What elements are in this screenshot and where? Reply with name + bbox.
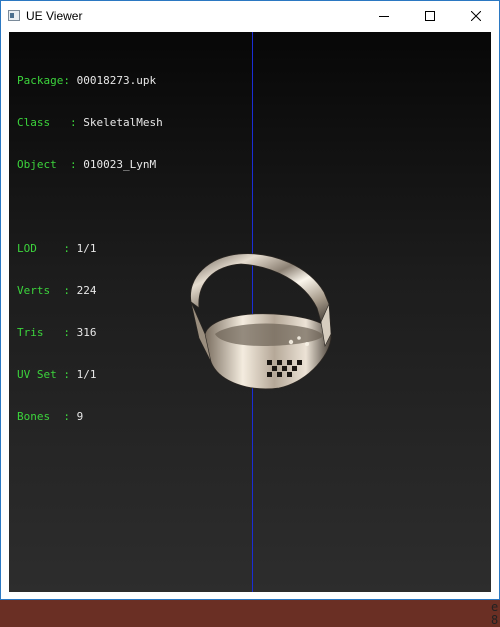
info-row-bones: Bones : 9 [17,410,84,423]
close-icon [471,11,481,21]
info-value: 316 [76,326,97,339]
info-value: 1/1 [76,242,97,255]
title-bar[interactable]: UE Viewer [1,1,499,32]
info-key: Bones [17,410,51,423]
info-key: LOD [17,242,37,255]
info-key: Package [17,74,64,87]
background-window-text: e [491,600,499,614]
ue-viewer-window: UE Viewer Package: 00018273.upk Class : … [0,0,500,600]
ring-mesh-model[interactable] [179,242,339,392]
info-key: UV Set [17,368,57,381]
info-value: SkeletalMesh [83,116,163,129]
info-row-object: Object : 010023_LynM [17,158,157,171]
info-value: 010023_LynM [83,158,157,171]
info-row-lod: LOD : 1/1 [17,242,97,255]
close-button[interactable] [453,1,499,32]
window-app-icon[interactable] [8,10,20,21]
mesh-info-panel: Package: 00018273.upk Class : SkeletalMe… [17,46,163,452]
minimize-button[interactable] [361,1,407,32]
info-key: Verts [17,284,51,297]
info-value: 1/1 [76,368,97,381]
maximize-icon [425,11,435,21]
mesh-viewport[interactable]: Package: 00018273.upk Class : SkeletalMe… [9,32,491,592]
info-row-tris: Tris : 316 [17,326,97,339]
info-value: 224 [76,284,97,297]
info-row-verts: Verts : 224 [17,284,97,297]
info-key: Object [17,158,57,171]
info-key: Class [17,116,51,129]
minimize-icon [379,16,389,17]
maximize-button[interactable] [407,1,453,32]
info-row-package: Package: 00018273.upk [17,74,157,87]
info-value: 00018273.upk [76,74,157,87]
info-key: Tris [17,326,44,339]
info-row-uv-set: UV Set : 1/1 [17,368,97,381]
info-row-class: Class : SkeletalMesh [17,116,163,129]
window-title: UE Viewer [26,9,83,23]
info-value: 9 [76,410,84,423]
background-window-text: 8 [491,613,499,627]
